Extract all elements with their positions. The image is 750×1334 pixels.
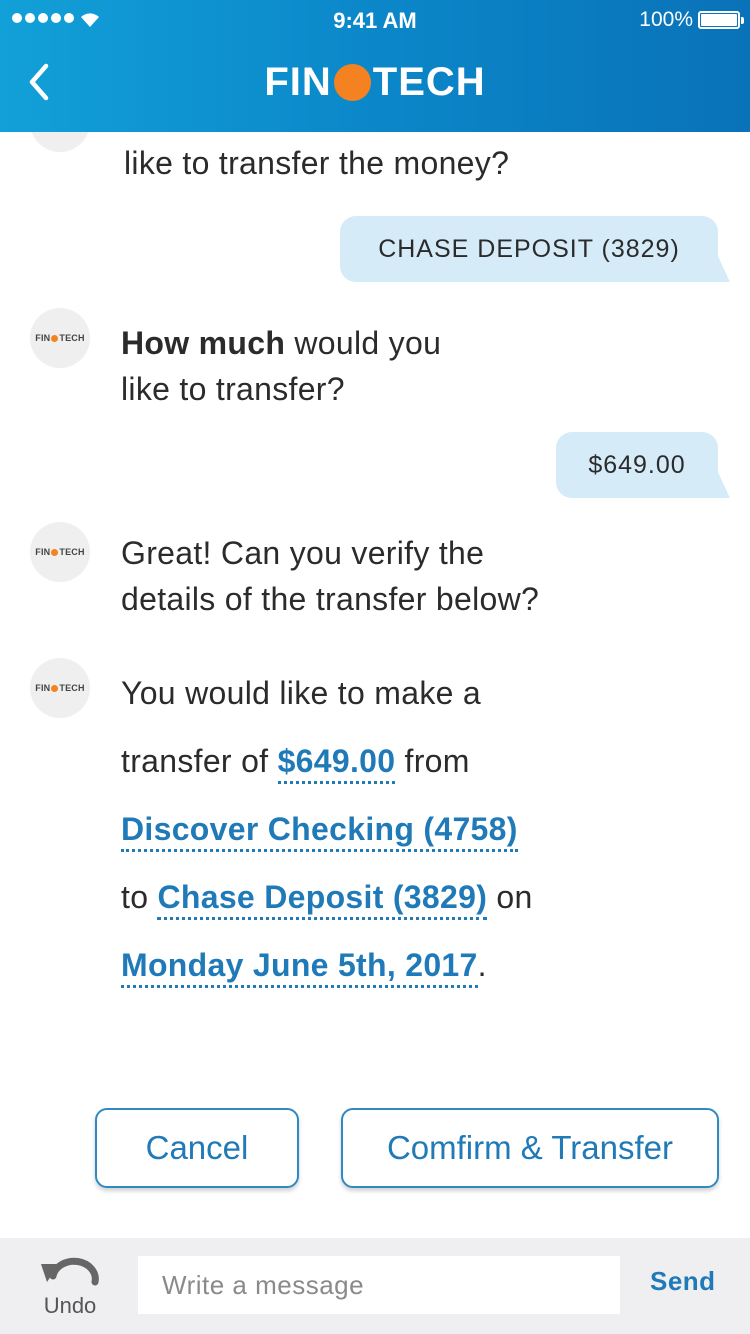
- bot-message-text: like to transfer?: [121, 371, 345, 407]
- to-account-link[interactable]: Chase Deposit (3829): [157, 879, 488, 920]
- bot-avatar: FIN TECH: [30, 658, 90, 718]
- confirm-transfer-button[interactable]: Comfirm & Transfer: [341, 1108, 719, 1188]
- summary-line: to Chase Deposit (3829) on: [121, 874, 721, 942]
- app-logo: FIN TECH: [0, 60, 750, 105]
- date-link[interactable]: Monday June 5th, 2017: [121, 947, 478, 988]
- avatar-dot-icon: [51, 684, 59, 692]
- cancel-button[interactable]: Cancel: [95, 1108, 299, 1188]
- bot-message-text: Great! Can you verify the: [121, 535, 485, 571]
- summary-text: .: [477, 947, 487, 983]
- summary-line: Discover Checking (4758): [121, 806, 721, 874]
- transfer-summary: You would like to make a transfer of $64…: [121, 670, 721, 1010]
- summary-line: Monday June 5th, 2017.: [121, 942, 721, 1010]
- bot-message-text: would you: [285, 325, 442, 361]
- avatar-text-left: FIN: [35, 547, 51, 557]
- status-bar: 9:41 AM 100%: [0, 0, 750, 40]
- avatar-text-left: FIN: [35, 683, 51, 693]
- avatar-text-right: TECH: [59, 547, 85, 557]
- bot-message: How much would you like to transfer?: [121, 320, 441, 412]
- avatar-text-right: TECH: [59, 683, 85, 693]
- bot-message: like to transfer the money?: [124, 145, 510, 181]
- user-message: CHASE DEPOSIT (3829): [340, 216, 730, 282]
- undo-icon: [41, 1257, 99, 1286]
- undo-button[interactable]: Undo: [28, 1256, 112, 1326]
- avatar-text-right: TECH: [59, 333, 85, 343]
- send-button[interactable]: Send: [650, 1266, 716, 1297]
- amount-link[interactable]: $649.00: [277, 743, 396, 784]
- summary-line: transfer of $649.00 from: [121, 738, 721, 806]
- summary-text: from: [395, 743, 470, 779]
- bot-message-bold: How much: [121, 325, 286, 361]
- bot-avatar: FIN TECH: [30, 308, 90, 368]
- bot-message: Great! Can you verify the details of the…: [121, 530, 539, 622]
- logo-text-right: TECH: [372, 60, 486, 104]
- from-account-link[interactable]: Discover Checking (4758): [121, 811, 518, 852]
- chat-thread[interactable]: like to transfer the money? CHASE DEPOSI…: [0, 132, 750, 1238]
- message-input[interactable]: [138, 1256, 620, 1314]
- summary-text: on: [487, 879, 533, 915]
- avatar-dot-icon: [51, 334, 59, 342]
- message-composer: Undo Send: [0, 1238, 750, 1334]
- logo-text-left: FIN: [264, 60, 332, 104]
- avatar-text-left: FIN: [35, 333, 51, 343]
- bot-avatar: FIN TECH: [30, 522, 90, 582]
- summary-text: transfer of: [121, 743, 278, 779]
- user-message: $649.00: [556, 432, 730, 498]
- undo-label: Undo: [43, 1293, 97, 1318]
- bot-avatar: [30, 132, 90, 152]
- summary-text: to: [121, 879, 158, 915]
- battery-icon: [698, 11, 744, 29]
- summary-line: You would like to make a: [121, 675, 482, 711]
- logo-dot-icon: [333, 64, 371, 101]
- status-time: 9:41 AM: [333, 8, 417, 33]
- bot-message-text: details of the transfer below?: [121, 581, 540, 617]
- battery-percent: 100%: [639, 8, 693, 31]
- avatar-dot-icon: [51, 548, 59, 556]
- header: 9:41 AM 100% FIN TECH: [0, 0, 750, 132]
